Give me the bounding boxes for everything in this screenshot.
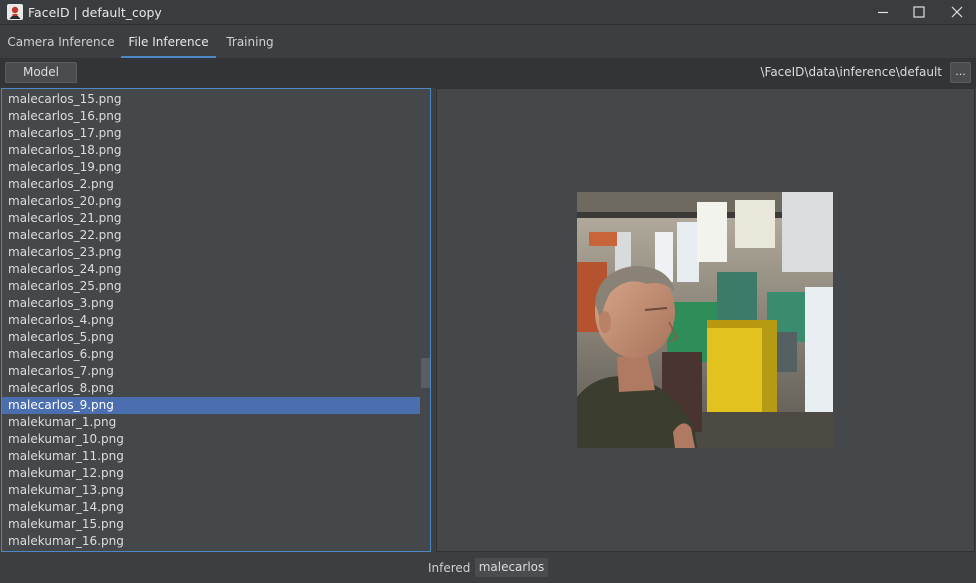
tab-training[interactable]: Training [218, 25, 282, 58]
browse-button[interactable]: ... [950, 62, 971, 83]
tab-file-inference[interactable]: File Inference [121, 25, 216, 58]
title-bar: FaceID | default_copy [0, 0, 976, 25]
window-title: FaceID | default_copy [28, 5, 162, 20]
file-list-item[interactable]: malecarlos_25.png [2, 278, 420, 295]
close-button[interactable] [938, 0, 976, 25]
file-list-item[interactable]: malekumar_14.png [2, 499, 420, 516]
file-list-item[interactable]: malecarlos_5.png [2, 329, 420, 346]
file-list-item[interactable]: malecarlos_4.png [2, 312, 420, 329]
file-list-item[interactable]: malecarlos_18.png [2, 142, 420, 159]
file-list-item[interactable]: malecarlos_19.png [2, 159, 420, 176]
file-list-items: malecarlos_15.png malecarlos_16.png maleca… [2, 91, 420, 550]
file-list-item[interactable]: malecarlos_9.png [2, 397, 420, 414]
tab-bar: Camera Inference File Inference Training [0, 25, 976, 58]
file-list-item[interactable]: malecarlos_24.png [2, 261, 420, 278]
tab-camera-inference[interactable]: Camera Inference [2, 25, 120, 58]
file-list-item[interactable]: malekumar_12.png [2, 465, 420, 482]
inference-path: \FaceID\data\inference\default [760, 65, 942, 79]
file-list-item[interactable]: malecarlos_20.png [2, 193, 420, 210]
infered-result: malecarlos [475, 558, 548, 577]
minimize-icon [878, 11, 888, 14]
file-list-item[interactable]: malecarlos_8.png [2, 380, 420, 397]
file-list-item[interactable]: malekumar_11.png [2, 448, 420, 465]
file-list-item[interactable]: malekumar_13.png [2, 482, 420, 499]
file-list-item[interactable]: malekumar_10.png [2, 431, 420, 448]
file-list-item[interactable]: malecarlos_16.png [2, 108, 420, 125]
status-bar: Infered malecarlos [0, 552, 976, 583]
maximize-icon [913, 6, 925, 18]
file-list-item[interactable]: malecarlos_2.png [2, 176, 420, 193]
file-list-item[interactable]: malecarlos_23.png [2, 244, 420, 261]
maximize-button[interactable] [900, 0, 938, 25]
file-list-item[interactable]: malekumar_16.png [2, 533, 420, 550]
infered-label: Infered [428, 561, 471, 575]
file-list-item[interactable]: malecarlos_21.png [2, 210, 420, 227]
minimize-button[interactable] [864, 0, 902, 25]
image-preview-panel [436, 88, 975, 552]
file-list-item[interactable]: malecarlos_3.png [2, 295, 420, 312]
toolbar: Model \FaceID\data\inference\default ... [0, 58, 976, 88]
file-list-item[interactable]: malecarlos_22.png [2, 227, 420, 244]
file-list-item[interactable]: malekumar_15.png [2, 516, 420, 533]
faceid-app-icon [7, 4, 23, 20]
file-list-item[interactable]: malecarlos_17.png [2, 125, 420, 142]
close-icon [951, 6, 963, 18]
file-list-item[interactable]: malecarlos_7.png [2, 363, 420, 380]
scrollbar-thumb[interactable] [421, 358, 430, 388]
file-list[interactable]: malecarlos_15.png malecarlos_16.png maleca… [1, 88, 431, 552]
file-list-item[interactable]: malecarlos_6.png [2, 346, 420, 363]
file-list-scrollbar[interactable] [420, 89, 430, 551]
file-list-item[interactable]: malekumar_1.png [2, 414, 420, 431]
file-list-item[interactable]: malecarlos_15.png [2, 91, 420, 108]
model-button[interactable]: Model [5, 62, 77, 83]
preview-image [577, 192, 833, 448]
